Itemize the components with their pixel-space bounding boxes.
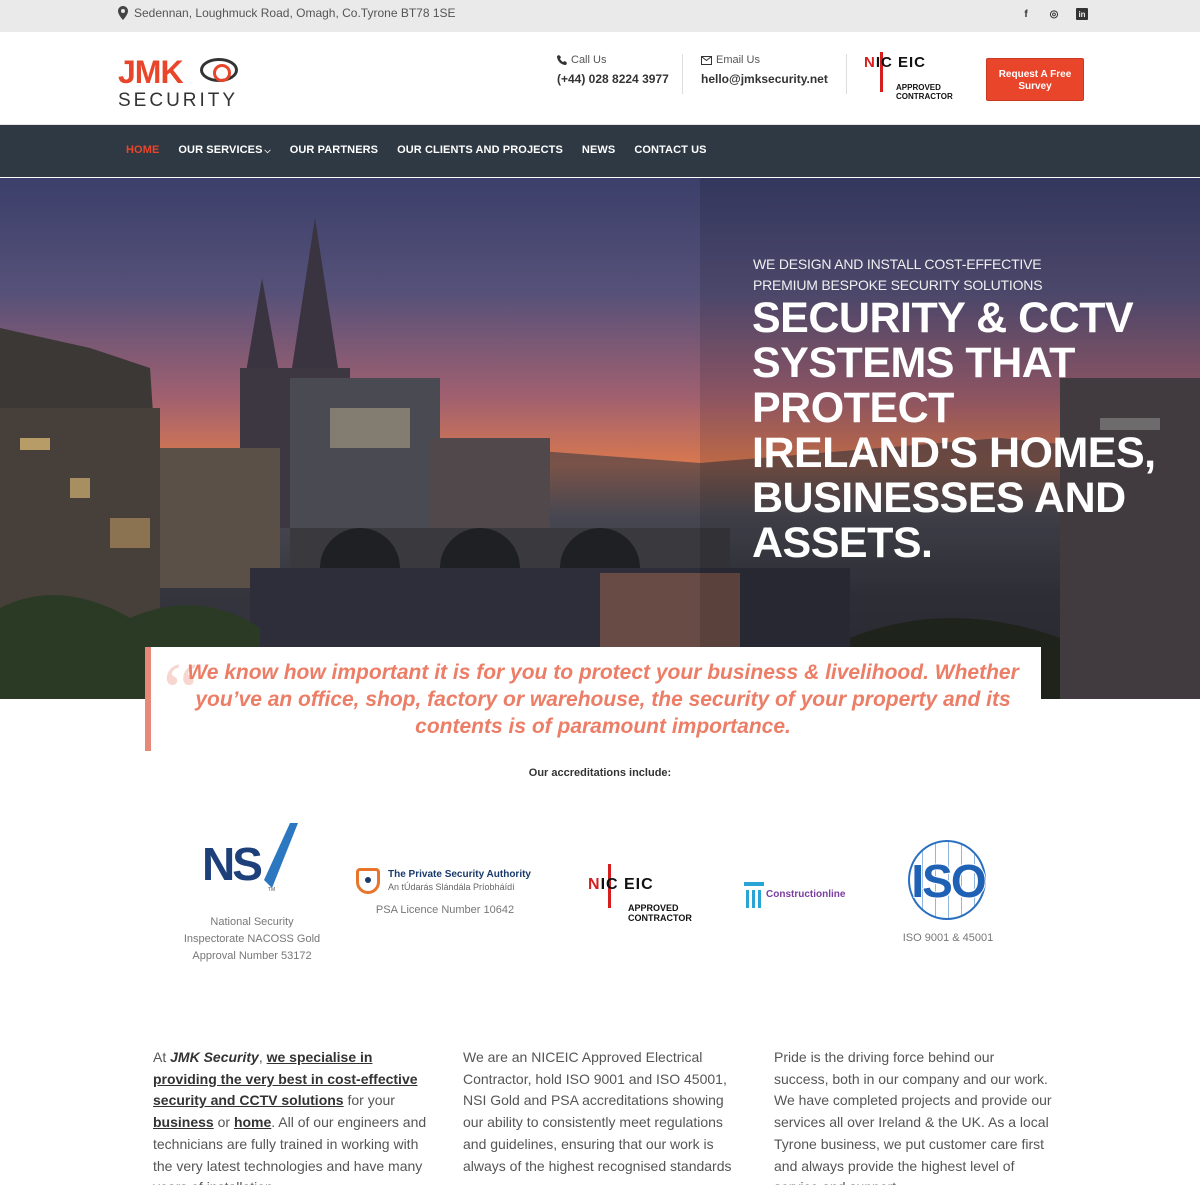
instagram-icon[interactable]: ◎ (1048, 8, 1060, 20)
email-address[interactable]: hello@jmksecurity.net (701, 72, 828, 86)
home-link[interactable]: home (234, 1114, 271, 1130)
eye-icon (200, 58, 238, 82)
iso-logo: ISO (896, 840, 1000, 922)
linkedin-icon[interactable]: in (1076, 8, 1088, 20)
constructionline-icon (744, 882, 764, 908)
business-link[interactable]: business (153, 1114, 214, 1130)
psa-shield-icon (356, 868, 380, 894)
call-label: Call Us (571, 54, 607, 66)
c1-mid: for your (343, 1092, 395, 1109)
c1-comma: , (258, 1049, 267, 1065)
niceic-logo: NIC EIC APPROVED CONTRACTOR (588, 864, 698, 923)
nav-our-services[interactable]: OUR SERVICES ⌵ (178, 144, 270, 156)
psa-irish: An tÚdarás Slándála Príobháídí (388, 882, 515, 892)
request-survey-button[interactable]: Request A Free Survey (986, 58, 1084, 101)
hero-kicker: WE DESIGN AND INSTALL COST-EFFECTIVE PRE… (753, 254, 1043, 296)
svg-text:NS: NS (202, 838, 261, 890)
intro-column-1: At JMK Security, we specialise in provid… (153, 1047, 431, 1185)
iso-text: ISO (910, 854, 987, 908)
niceic-caption: APPROVED CONTRACTOR (896, 83, 953, 101)
constructionline-logo: Constructionline (744, 882, 854, 908)
logo-jmk: JMK (118, 54, 184, 90)
nsi-logo: NS TM (202, 823, 298, 893)
jmk-logo[interactable]: JMK SECURITY (118, 54, 243, 114)
c1-pre: At (153, 1049, 171, 1065)
psa-name: The Private Security Authority (388, 869, 531, 880)
svg-text:TM: TM (268, 887, 275, 893)
phone-number[interactable]: (+44) 028 8224 3977 (557, 72, 669, 86)
nav-clients-projects[interactable]: OUR CLIENTS AND PROJECTS (397, 144, 563, 156)
email-us[interactable]: Email Us hello@jmksecurity.net (701, 54, 828, 86)
nav-our-services-label: OUR SERVICES (178, 144, 263, 156)
site-header: JMK SECURITY Call Us (+44) 028 8224 3977… (0, 32, 1200, 125)
accreditations-title: Our accreditations include: (528, 767, 672, 779)
hero-kicker-line2: PREMIUM BESPOKE SECURITY SOLUTIONS (753, 277, 1043, 293)
nav-home[interactable]: HOME (126, 144, 159, 156)
nav-news[interactable]: NEWS (582, 144, 615, 156)
address-text: Sedennan, Loughmuck Road, Omagh, Co.Tyro… (134, 6, 456, 20)
call-us[interactable]: Call Us (+44) 028 8224 3977 (557, 54, 669, 86)
hero-kicker-line1: WE DESIGN AND INSTALL COST-EFFECTIVE (753, 256, 1042, 272)
nav-our-partners[interactable]: OUR PARTNERS (290, 144, 378, 156)
iso-caption: ISO 9001 & 45001 (902, 932, 994, 944)
hero-headline: SECURITY & CCTV SYSTEMS THAT PROTECT IRE… (752, 294, 1156, 567)
logo-security: SECURITY (118, 90, 239, 111)
main-nav: HOME OUR SERVICES ⌵ OUR PARTNERS OUR CLIE… (0, 125, 1200, 177)
divider (682, 54, 683, 94)
c1-or: or (213, 1114, 234, 1131)
niceic-mark: NIC EIC (588, 876, 654, 893)
envelope-icon (701, 55, 712, 65)
nav-contact-us[interactable]: CONTACT US (634, 144, 706, 156)
niceic-logo-header: NIC EIC APPROVED CONTRACTOR (864, 52, 954, 104)
email-label: Email Us (716, 54, 761, 66)
facebook-icon[interactable]: f (1020, 8, 1032, 20)
social-links: f ◎ in (1020, 8, 1088, 20)
phone-icon (557, 55, 567, 65)
chevron-down-icon: ⌵ (264, 146, 271, 155)
hero-banner: WE DESIGN AND INSTALL COST-EFFECTIVE PRE… (0, 178, 1200, 699)
quote-box: “ We know how important it is for you to… (145, 647, 1041, 751)
divider (846, 54, 847, 94)
address: Sedennan, Loughmuck Road, Omagh, Co.Tyro… (118, 6, 456, 20)
map-pin-icon (118, 6, 128, 20)
psa-caption: PSA Licence Number 10642 (375, 904, 515, 916)
psa-logo: The Private Security Authority An tÚdará… (356, 866, 536, 896)
niceic-mark: NIC EIC (864, 54, 927, 71)
intro-column-3: Pride is the driving force behind our su… (774, 1049, 1052, 1185)
nsi-caption: National Security Inspectorate NACOSS Go… (183, 916, 321, 962)
niceic-caption: APPROVED CONTRACTOR (628, 903, 692, 923)
quote-text: We know how important it is for you to p… (187, 661, 1019, 738)
constructionline-text: Constructionline (766, 889, 846, 900)
brand-name: JMK Security (170, 1049, 259, 1065)
top-bar: Sedennan, Loughmuck Road, Omagh, Co.Tyro… (0, 0, 1200, 32)
intro-column-2: We are an NICEIC Approved Electrical Con… (463, 1049, 732, 1174)
